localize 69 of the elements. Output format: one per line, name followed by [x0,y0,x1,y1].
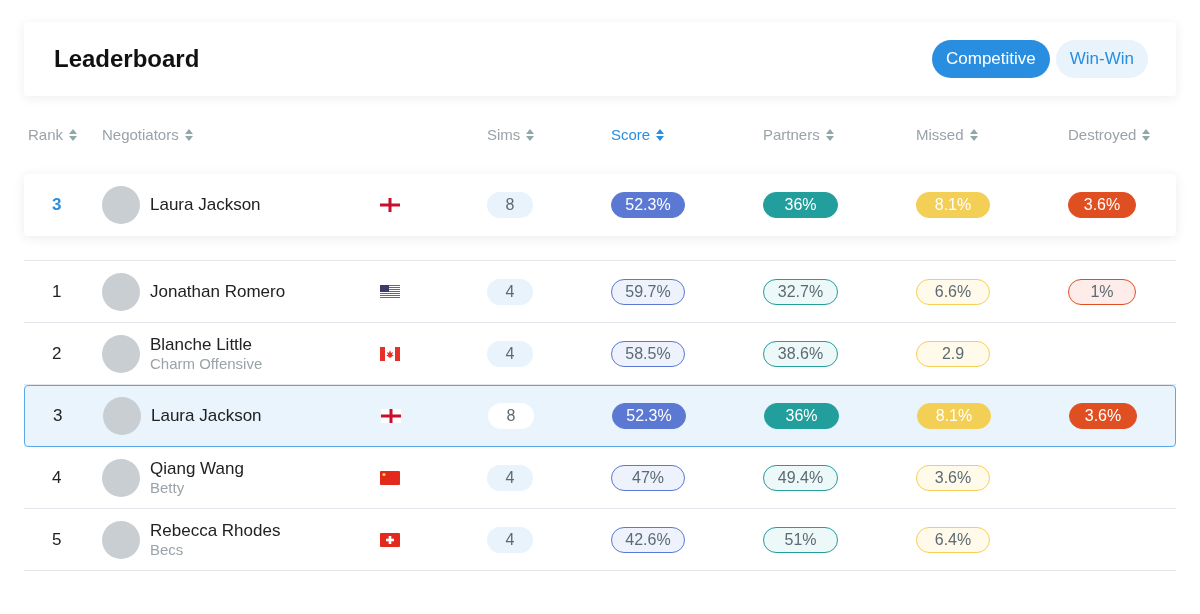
column-header[interactable]: Rank [24,123,102,147]
sort-icon [656,129,665,141]
sims-pill: 4 [487,340,533,367]
negotiator-name: Rebecca Rhodes [150,519,281,541]
partners-pill: 51% [763,526,838,553]
negotiator-name: Laura Jackson [151,405,262,427]
destroyed-pill: 1% [1068,278,1136,305]
score-pill: 58.5% [611,340,685,367]
score-pill: 42.6% [611,526,685,553]
sort-icon [969,129,978,141]
leaderboard-row[interactable]: 1 Jonathan Romero 4 59.7% 32.7% 6.6% 1% [24,261,1176,323]
mode-tab[interactable]: Competitive [932,40,1050,78]
score-pill: 52.3% [612,403,686,429]
sort-icon [526,129,535,141]
mode-tab[interactable]: Win-Win [1055,40,1148,78]
partners-pill: 49.4% [763,464,838,491]
sims-pill: 8 [487,192,533,218]
page-title: Leaderboard [54,44,200,74]
column-header[interactable]: Negotiators [102,123,362,147]
rank-number: 5 [51,528,63,551]
missed-pill: 2.9 [916,340,990,367]
negotiator-name: Qiang Wang [150,457,244,479]
rank-number: 3 [51,194,63,217]
leaderboard-row[interactable]: 5 Rebecca Rhodes Becs 4 42.6% 51% 6.4% [24,509,1176,571]
rank-number: 2 [51,342,63,365]
rank-number: 3 [52,405,64,428]
column-header[interactable]: Destroyed [1068,123,1176,147]
score-pill: 59.7% [611,278,685,305]
rank-number: 4 [51,466,63,489]
partners-pill: 32.7% [763,278,838,305]
column-header[interactable]: Score [611,123,763,147]
sims-pill: 8 [488,403,534,429]
partners-pill: 38.6% [763,340,838,367]
sort-icon [1142,129,1151,141]
sort-icon [825,129,834,141]
destroyed-pill: 3.6% [1069,403,1137,429]
leaderboard-row[interactable]: 4 Qiang Wang Betty 4 47% 49.4% 3.6% [24,447,1176,509]
missed-pill: 8.1% [917,403,991,429]
rank-number: 1 [51,280,63,303]
partners-pill: 36% [764,403,839,429]
negotiator-nickname: Becs [150,540,185,560]
cross-flag-icon [381,409,401,423]
negotiator-name: Laura Jackson [150,194,261,216]
square-cross-flag-icon [380,532,400,547]
negotiator-nickname: Charm Offensive [150,354,263,374]
missed-pill: 6.4% [916,526,990,553]
cross-flag-icon [380,198,400,212]
striped-flag-icon [380,284,400,299]
missed-pill: 6.6% [916,278,990,305]
leaderboard-row[interactable]: 3 Laura Jackson 8 52.3% 36% 8.1% 3.6% [24,385,1176,447]
negotiator-nickname: Betty [150,478,186,498]
column-header[interactable]: Sims [487,123,611,147]
sims-pill: 4 [487,278,533,305]
star-flag-icon [380,470,400,485]
sort-icon [69,129,78,141]
missed-pill: 3.6% [916,464,990,491]
sort-icon [184,129,193,141]
partners-pill: 36% [763,192,838,218]
column-header[interactable]: Missed [916,123,1068,147]
sims-pill: 4 [487,526,533,553]
negotiator-name: Blanche Little [150,333,254,355]
score-pill: 47% [611,464,685,491]
score-pill: 52.3% [611,192,685,218]
maple-leaf-flag-icon [380,346,400,361]
sims-pill: 4 [487,464,533,491]
column-header[interactable]: Partners [763,123,916,147]
missed-pill: 8.1% [916,192,990,218]
negotiator-name: Jonathan Romero [150,280,286,303]
destroyed-pill: 3.6% [1068,192,1136,218]
